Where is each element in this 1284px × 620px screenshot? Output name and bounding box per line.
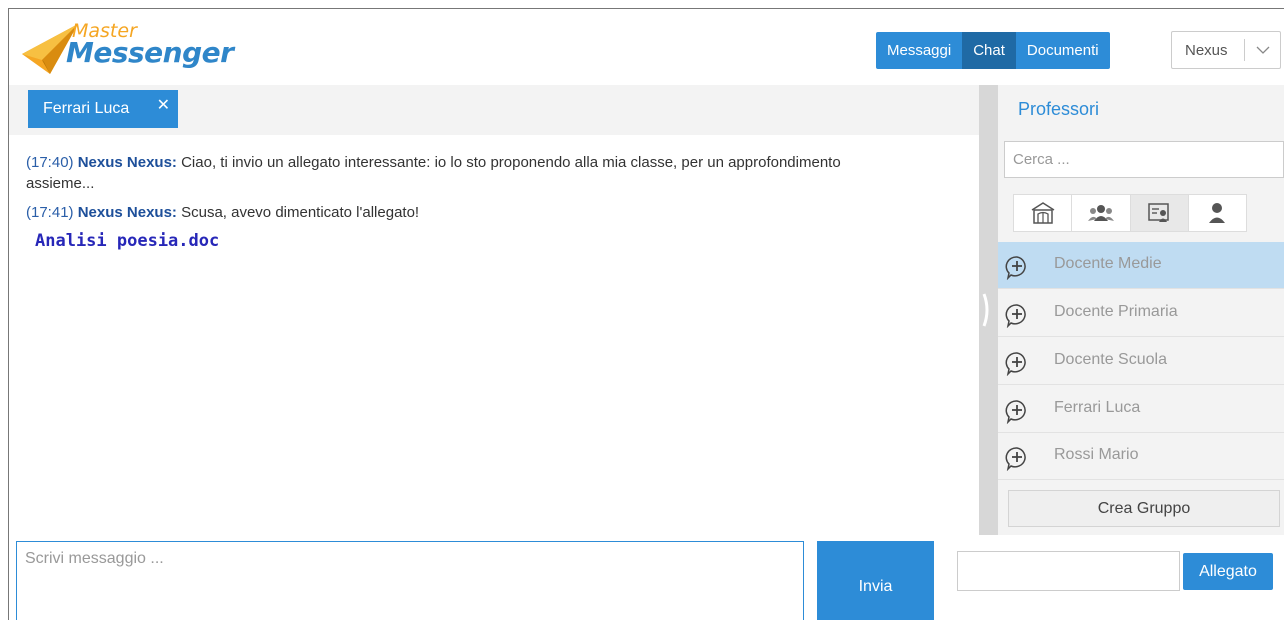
chat-tab-ferrari-luca[interactable]: Ferrari Luca ✕ [28, 90, 178, 128]
user-name: Nexus [1185, 41, 1228, 59]
contact-name: Rossi Mario [1054, 446, 1139, 463]
contact-name: Docente Medie [1054, 255, 1162, 272]
message-input[interactable] [16, 541, 804, 620]
attachment-file-field[interactable] [957, 551, 1180, 591]
message-author: Nexus Nexus: [77, 154, 177, 171]
school-building-icon [1031, 202, 1055, 224]
contact-docente-scuola[interactable]: Docente Scuola [998, 338, 1284, 385]
app-logo: Master Messenger [20, 20, 234, 78]
group-icon [1087, 205, 1114, 221]
attachment-link[interactable]: Analisi poesia.doc [35, 231, 219, 252]
contact-rossi-mario[interactable]: Rossi Mario [998, 433, 1284, 480]
message-text: Scusa, avevo dimenticato l'allegato! [181, 204, 420, 221]
main-nav: Messaggi Chat Documenti [876, 32, 1110, 69]
chat-tab-label: Ferrari Luca [43, 100, 130, 117]
contact-name: Ferrari Luca [1054, 399, 1141, 416]
attach-button[interactable]: Allegato [1183, 553, 1273, 590]
message-item: (17:40) Nexus Nexus: Ciao, ti invio un a… [26, 152, 876, 194]
panel-divider[interactable] [979, 85, 998, 535]
logo-text-messenger: Messenger [66, 36, 234, 69]
message-item: (17:41) Nexus Nexus: Scusa, avevo diment… [26, 202, 876, 223]
filter-group[interactable] [1072, 195, 1131, 231]
add-chat-icon [1005, 400, 1026, 424]
nav-chat[interactable]: Chat [962, 32, 1016, 69]
message-time: (17:41) [26, 204, 74, 221]
nav-documenti[interactable]: Documenti [1015, 32, 1110, 69]
filter-id-card[interactable] [1130, 195, 1189, 231]
contacts-panel: Professori Cerca ... Docente Medie Docen… [998, 85, 1284, 535]
contact-name: Docente Scuola [1054, 351, 1167, 368]
add-chat-icon [1005, 256, 1026, 280]
collapse-handle-icon[interactable] [981, 290, 991, 330]
message-author: Nexus Nexus: [77, 204, 177, 221]
contact-docente-medie[interactable]: Docente Medie [998, 242, 1284, 289]
chat-tab-strip: Ferrari Luca ✕ [9, 85, 979, 135]
create-group-button[interactable]: Crea Gruppo [1008, 490, 1280, 527]
person-icon [1209, 203, 1226, 223]
panel-title: Professori [1018, 99, 1100, 119]
filter-school[interactable] [1014, 195, 1073, 231]
add-chat-icon [1005, 304, 1026, 328]
contact-name: Docente Primaria [1054, 303, 1178, 320]
id-card-icon [1148, 203, 1169, 222]
contact-ferrari-luca[interactable]: Ferrari Luca [998, 386, 1284, 433]
add-chat-icon [1005, 447, 1026, 471]
close-icon[interactable]: ✕ [157, 87, 170, 125]
user-menu[interactable]: Nexus [1171, 31, 1281, 69]
nav-messaggi[interactable]: Messaggi [876, 32, 963, 69]
filter-person[interactable] [1189, 195, 1246, 231]
contact-docente-primaria[interactable]: Docente Primaria [998, 290, 1284, 337]
message-list: (17:40) Nexus Nexus: Ciao, ti invio un a… [26, 152, 876, 252]
message-time: (17:40) [26, 154, 74, 171]
add-chat-icon [1005, 352, 1026, 376]
search-input[interactable] [1004, 141, 1284, 178]
window-frame-top [8, 8, 1284, 9]
send-button[interactable]: Invia [817, 541, 934, 620]
chevron-down-icon [1245, 46, 1280, 55]
contact-filters [1013, 194, 1247, 232]
